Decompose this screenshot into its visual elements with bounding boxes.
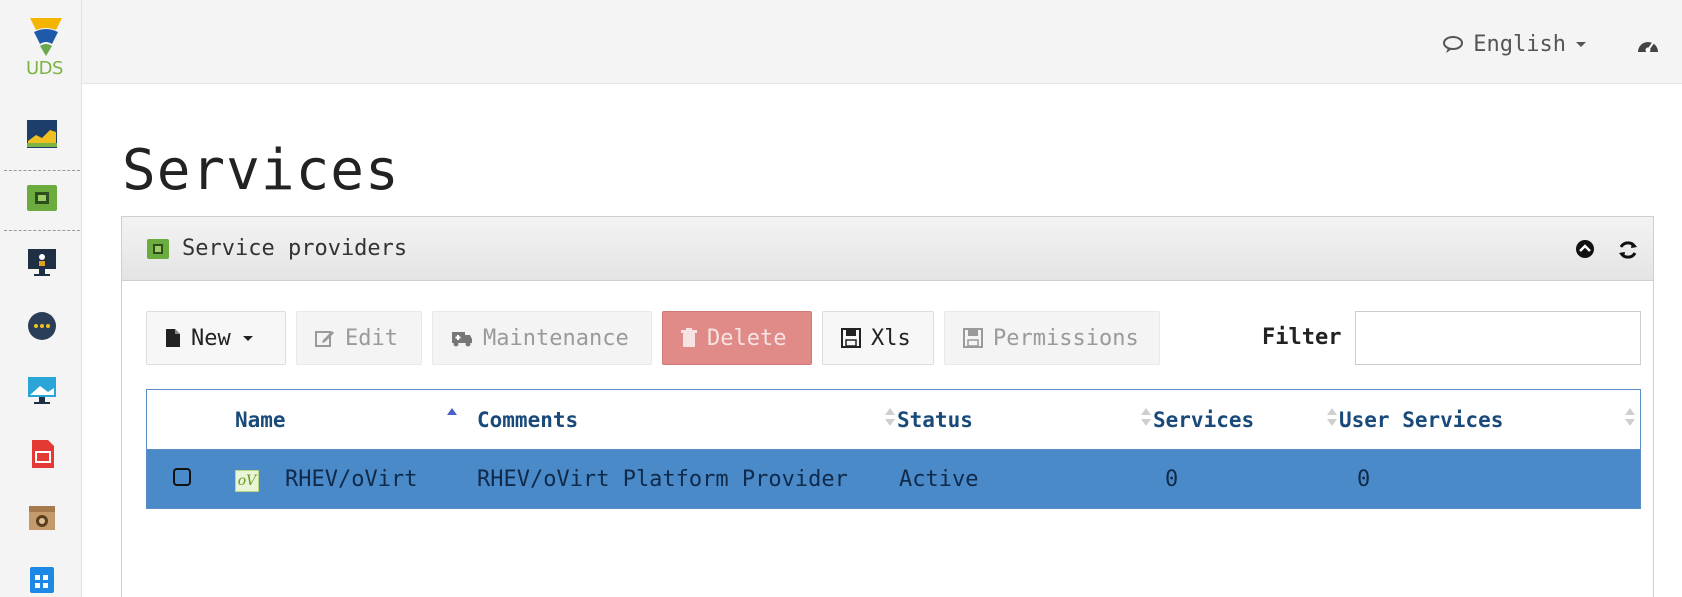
maintenance-button-label: Maintenance [483,325,629,351]
column-header-services[interactable]: Services [1153,408,1254,432]
logo-text: UDS [26,58,63,79]
sidebar-item-os-managers[interactable] [24,308,60,344]
sort-icon[interactable] [1141,406,1151,430]
row-comments: RHEV/oVirt Platform Provider [477,467,848,492]
service-providers-icon [27,185,57,211]
row-name: RHEV/oVirt [285,467,418,492]
uds-logo-icon [30,18,62,56]
column-header-name[interactable]: Name [235,408,286,432]
new-button[interactable]: New [146,311,286,365]
xls-button[interactable]: Xls [822,311,934,365]
speedometer-icon [1638,42,1658,53]
gallery-icon [29,506,55,530]
sidebar-separator [4,170,80,171]
row-status: Active [899,467,979,492]
sidebar-item-service-providers[interactable] [24,180,60,216]
edit-icon [315,331,334,347]
language-label: English [1473,32,1566,57]
ambulance-icon [452,332,472,347]
service-providers-panel: Service providers New Edit Maintenance D… [121,216,1654,597]
sidebar-separator [4,230,80,231]
os-managers-icon [28,312,56,340]
dashboard-chart-icon [27,120,57,148]
column-header-status[interactable]: Status [897,408,973,432]
maintenance-button[interactable]: Maintenance [432,311,652,365]
table-row[interactable]: oV RHEV/oVirt RHEV/oVirt Platform Provid… [147,450,1640,508]
row-checkbox[interactable] [173,468,191,486]
new-button-label: New [191,325,231,351]
authenticators-icon [28,249,56,276]
sidebar: UDS [0,0,82,597]
panel-tools [1575,239,1639,261]
page-title: Services [122,138,400,203]
connectivity-icon [28,377,56,404]
top-navbar: English [82,0,1682,84]
edit-button-label: Edit [345,325,398,351]
table-header: Name Comments Status Services User Servi… [147,390,1640,450]
calendar-icon [30,567,54,593]
row-services: 0 [1165,467,1179,492]
delete-button[interactable]: Delete [662,311,812,365]
service-providers-table: Name Comments Status Services User Servi… [146,389,1641,509]
panel-heading: Service providers [122,217,1653,281]
save-icon [841,328,861,348]
sidebar-item-authenticators[interactable] [24,244,60,280]
filter-input[interactable] [1355,311,1641,365]
sidebar-item-dashboard[interactable] [24,116,60,152]
sidebar-item-gallery[interactable] [24,500,60,536]
xls-button-label: Xls [871,325,911,351]
panel-title: Service providers [182,236,408,261]
ovirt-icon: oV [235,470,259,492]
delete-button-label: Delete [707,325,787,351]
permissions-button[interactable]: Permissions [944,311,1160,365]
language-dropdown[interactable]: English [1443,32,1586,57]
sort-asc-icon[interactable] [447,406,457,430]
sort-icon[interactable] [1327,406,1337,430]
sidebar-item-reports[interactable] [24,436,60,472]
column-header-comments[interactable]: Comments [477,408,578,432]
collapse-icon[interactable] [1575,239,1595,259]
sidebar-item-calendar[interactable] [24,561,60,597]
sort-icon[interactable] [1625,406,1635,430]
row-user-services: 0 [1357,467,1371,492]
column-header-user-services[interactable]: User Services [1339,408,1503,432]
uds-logo[interactable]: UDS [24,14,80,79]
service-providers-icon [147,238,169,259]
filter-label: Filter [1262,325,1342,350]
chat-bubble-icon [1443,35,1464,53]
reports-icon [32,440,54,468]
save-icon [963,328,983,348]
sidebar-item-connectivity[interactable] [24,372,60,408]
dashboard-button[interactable] [1636,34,1660,58]
chevron-down-icon [242,335,253,341]
edit-button[interactable]: Edit [296,311,422,365]
permissions-button-label: Permissions [993,325,1139,351]
chevron-down-icon [1576,42,1586,47]
sort-icon[interactable] [885,406,895,430]
table-toolbar: New Edit Maintenance Delete Xls Permissi… [146,311,1160,365]
refresh-icon[interactable] [1617,239,1639,261]
file-icon [166,329,180,347]
trash-icon [681,328,697,347]
